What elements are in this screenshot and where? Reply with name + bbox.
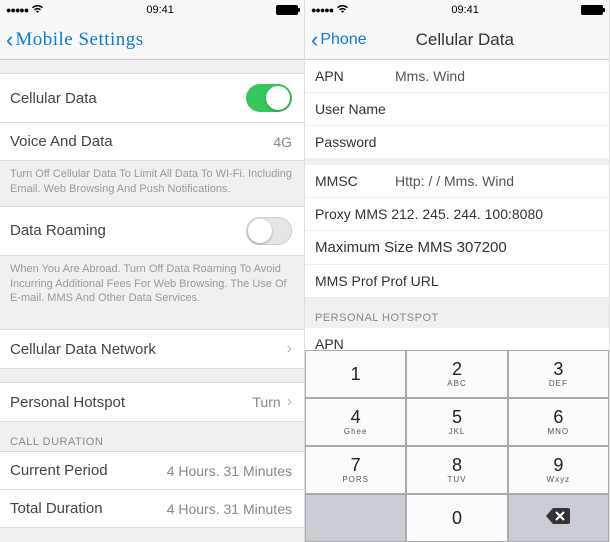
data-roaming-toggle[interactable] [246,217,292,245]
apn-row[interactable]: APN Mms. Wind [305,60,609,93]
key-2[interactable]: 2ABC [406,350,507,398]
signal-dots: ●●●●● [311,5,333,15]
apn-label: APN [315,68,385,84]
voice-and-data-row[interactable]: Voice And Data 4G [0,122,304,161]
current-period-row: Current Period 4 Hours. 31 Minutes [0,451,304,490]
key-3[interactable]: 3DEF [508,350,609,398]
password-row[interactable]: Password [305,126,609,159]
data-roaming-row[interactable]: Data Roaming [0,206,304,256]
status-time: 09:41 [451,4,479,16]
chevron-right-icon: › [287,393,292,411]
phone-right: ●●●●● 09:41 ‹ Phone Cellular Data APN Mm… [305,0,610,542]
wifi-icon [31,4,44,17]
signal-dots: ●●●●● [6,5,28,15]
personal-hotspot-row[interactable]: Personal Hotspot Turn › [0,382,304,422]
cellular-data-row[interactable]: Cellular Data [0,73,304,123]
status-time: 09:41 [146,4,174,16]
key-9[interactable]: 9Wxyz [508,446,609,494]
mmsc-value: Http: / / Mms. Wind [395,173,514,189]
personal-hotspot-header: PERSONAL HOTSPOT [305,298,609,328]
data-roaming-label: Data Roaming [10,222,106,239]
ph-value: Turn [252,394,280,410]
chevron-right-icon: › [287,340,292,358]
nav-title: Mobile Settings [15,29,143,51]
ph-label: Personal Hotspot [10,394,125,411]
key-blank [305,494,406,542]
current-period-label: Current Period [10,462,108,479]
key-1[interactable]: 1 [305,350,406,398]
total-duration-label: Total Duration [10,500,103,517]
username-label: User Name [315,101,386,117]
wifi-icon [336,4,349,17]
total-duration-value: 4 Hours. 31 Minutes [167,501,292,517]
password-label: Password [315,134,385,150]
status-bar: ●●●●● 09:41 [305,0,609,20]
current-period-value: 4 Hours. 31 Minutes [167,463,292,479]
cellular-data-label: Cellular Data [10,90,97,107]
key-6[interactable]: 6MNO [508,398,609,446]
back-button[interactable]: ‹ Mobile Settings [6,29,144,51]
key-0[interactable]: 0 [406,494,507,542]
chevron-left-icon: ‹ [6,29,13,51]
phone-left: ●●●●● 09:41 ‹ Mobile Settings Cellular D… [0,0,305,542]
key-7[interactable]: 7PORS [305,446,406,494]
maxsize-label: Maximum Size MMS 307200 [315,239,507,256]
content: APN Mms. Wind User Name Password MMSC Ht… [305,60,609,542]
content: Cellular Data Voice And Data 4G Turn Off… [0,60,304,542]
call-duration-header: CALL DURATION [0,422,304,452]
chevron-left-icon: ‹ [311,29,318,51]
ph-apn-label: APN [315,336,385,350]
key-8[interactable]: 8TUV [406,446,507,494]
proxy-row[interactable]: Proxy MMS 212. 245. 244. 100:8080 [305,198,609,231]
numeric-keypad: 1 2ABC 3DEF 4Ghee 5JKL 6MNO 7PORS 8TUV 9… [305,350,609,542]
apn-value: Mms. Wind [395,68,465,84]
battery-icon [276,5,298,15]
cellular-note: Turn Off Cellular Data To Limit All Data… [0,161,304,207]
status-bar: ●●●●● 09:41 [0,0,304,20]
proxy-label: Proxy MMS 212. 245. 244. 100:8080 [315,206,543,222]
mmsprof-row[interactable]: MMS Prof Prof URL [305,265,609,298]
ph-apn-row[interactable]: APN [305,328,609,350]
voice-data-label: Voice And Data [10,133,113,150]
username-row[interactable]: User Name [305,93,609,126]
roaming-note: When You Are Abroad. Turn Off Data Roami… [0,256,304,317]
backspace-icon [546,508,570,529]
maxsize-row[interactable]: Maximum Size MMS 307200 [305,231,609,265]
mmsc-label: MMSC [315,173,385,189]
mmsprof-label: MMS Prof Prof URL [315,273,439,289]
cdn-label: Cellular Data Network [10,341,156,358]
battery-icon [581,5,603,15]
mmsc-row[interactable]: MMSC Http: / / Mms. Wind [305,165,609,198]
navbar: ‹ Phone Cellular Data [305,20,609,60]
voice-data-value: 4G [273,134,292,150]
cellular-data-toggle[interactable] [246,84,292,112]
navbar: ‹ Mobile Settings [0,20,304,60]
cellular-data-network-row[interactable]: Cellular Data Network › [0,329,304,369]
key-5[interactable]: 5JKL [406,398,507,446]
key-4[interactable]: 4Ghee [305,398,406,446]
key-delete[interactable] [508,494,609,542]
nav-title: Cellular Data [327,30,603,50]
total-duration-row: Total Duration 4 Hours. 31 Minutes [0,489,304,528]
